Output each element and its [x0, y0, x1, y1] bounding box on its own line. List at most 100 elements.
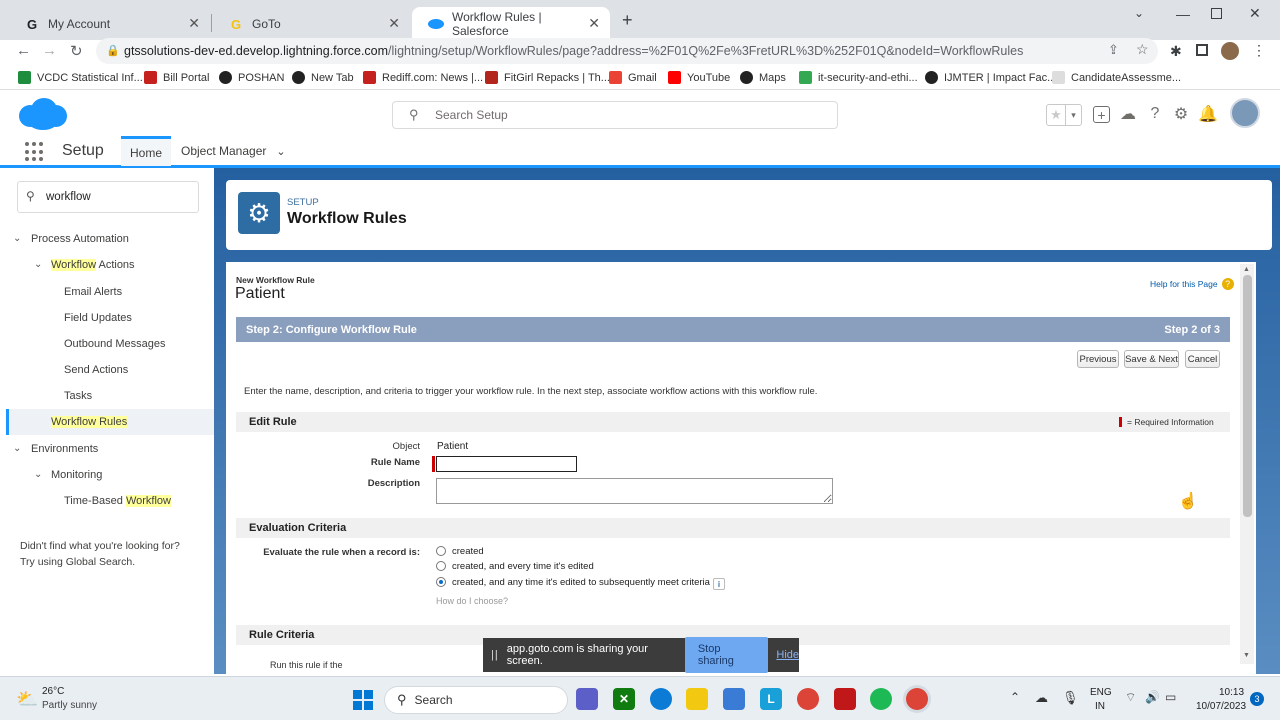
search-setup-input[interactable]: ⚲ Search Setup	[392, 101, 838, 129]
tree-send-actions[interactable]: Send Actions	[64, 364, 128, 376]
chevron-up-icon[interactable]: ⌃	[1010, 690, 1020, 704]
how-choose-link[interactable]: How do I choose?	[436, 596, 508, 606]
favorites-button[interactable]: ★ ▾	[1046, 104, 1082, 126]
info-icon[interactable]: i	[713, 578, 725, 590]
quick-find-input[interactable]: ⚲ workflow	[17, 181, 199, 213]
share-icon[interactable]: ⇪	[1108, 42, 1119, 58]
bookmark-item[interactable]: Bill Portal	[144, 71, 209, 84]
minimize-icon[interactable]: —	[1176, 6, 1190, 22]
tree-email-alerts[interactable]: Email Alerts	[64, 286, 122, 298]
window-close-icon[interactable]: ✕	[1249, 5, 1261, 22]
trailhead-icon[interactable]: ☁	[1118, 104, 1138, 124]
global-actions-icon[interactable]: +	[1093, 106, 1110, 123]
tree-environments[interactable]: Environments	[31, 443, 98, 455]
bookmark-item[interactable]: it-security-and-ethi...	[799, 71, 918, 84]
bookmark-item[interactable]: Maps	[740, 71, 786, 84]
new-tab-icon[interactable]: +	[622, 10, 633, 31]
stop-sharing-button[interactable]: Stop sharing	[684, 637, 769, 673]
profile-avatar[interactable]	[1221, 42, 1239, 60]
tree-outbound-messages[interactable]: Outbound Messages	[64, 338, 166, 350]
tab-workflow-rules[interactable]: Workflow Rules | Salesforce ✕	[412, 7, 610, 40]
help-icon[interactable]: ?	[1145, 104, 1165, 124]
scrollbar-thumb[interactable]	[1243, 275, 1252, 517]
tree-workflow-rules[interactable]: Workflow Rules	[51, 416, 128, 428]
tab-goto[interactable]: G GoTo ✕	[212, 7, 410, 40]
chrome-active-icon[interactable]	[906, 688, 928, 710]
tab-home[interactable]: Home	[121, 136, 171, 166]
kebab-menu-icon[interactable]: ⋮	[1252, 42, 1266, 59]
tree-time-based-workflow[interactable]: Time-Based Workflow	[64, 495, 171, 507]
taskbar-search[interactable]: ⚲ Search	[384, 686, 568, 714]
onedrive-icon[interactable]: ☁	[1035, 690, 1048, 706]
bookmark-item[interactable]: YouTube	[668, 71, 730, 84]
chevron-down-icon[interactable]: ⌄	[34, 259, 42, 270]
user-avatar[interactable]	[1230, 98, 1260, 128]
microphone-icon[interactable]: 🎙	[1062, 690, 1079, 706]
bookmark-item[interactable]: Rediff.com: News |...	[363, 71, 483, 84]
windows-start-icon[interactable]	[353, 690, 373, 710]
reload-icon[interactable]: ↻	[70, 42, 83, 60]
hide-button[interactable]: Hide	[776, 649, 799, 661]
previous-button[interactable]: Previous	[1077, 350, 1119, 368]
weather-icon[interactable]: ⛅	[16, 689, 38, 710]
radio-created[interactable]	[436, 546, 446, 556]
battery-icon[interactable]: ▭	[1165, 690, 1176, 704]
forward-icon[interactable]: →	[42, 42, 57, 59]
app-l-icon[interactable]: L	[760, 688, 782, 710]
salesforce-logo[interactable]	[18, 97, 68, 131]
scroll-down-icon[interactable]: ▼	[1243, 652, 1250, 659]
radio-created-meet-criteria[interactable]	[436, 577, 446, 587]
chrome-icon[interactable]	[797, 688, 819, 710]
app-launcher-icon[interactable]	[25, 142, 45, 162]
tree-tasks[interactable]: Tasks	[64, 390, 92, 402]
bookmark-item[interactable]: VCDC Statistical Inf...	[18, 71, 143, 84]
xbox-icon[interactable]: ✕	[613, 688, 635, 710]
tab-my-account[interactable]: G My Account ✕	[8, 7, 210, 40]
tab-object-manager[interactable]: Object Manager ⌄	[181, 136, 286, 166]
bookmark-item[interactable]: New Tab	[292, 71, 354, 84]
maximize-icon[interactable]	[1211, 8, 1222, 19]
save-next-button[interactable]: Save & Next	[1124, 350, 1179, 368]
teams-icon[interactable]	[576, 688, 598, 710]
file-explorer-icon[interactable]	[686, 688, 708, 710]
bookmark-item[interactable]: POSHAN	[219, 71, 284, 84]
spotify-icon[interactable]	[870, 688, 892, 710]
rule-name-input[interactable]	[436, 456, 577, 472]
chevron-down-icon[interactable]: ⌄	[13, 233, 21, 244]
language-code[interactable]: ENG	[1090, 687, 1112, 698]
cancel-button[interactable]: Cancel	[1185, 350, 1220, 368]
close-icon[interactable]: ✕	[588, 15, 600, 32]
chevron-down-icon[interactable]: ⌄	[34, 469, 42, 480]
bookmark-item[interactable]: IJMTER | Impact Fac...	[925, 71, 1056, 84]
close-icon[interactable]: ✕	[188, 15, 200, 32]
bell-icon[interactable]: 🔔	[1198, 104, 1218, 124]
clock-time[interactable]: 10:13	[1219, 687, 1244, 698]
radio-created-every-edit[interactable]	[436, 561, 446, 571]
help-for-page-link[interactable]: Help for this Page ?	[1150, 278, 1234, 290]
notification-badge[interactable]: 3	[1250, 692, 1264, 706]
tree-workflow-actions[interactable]: Workflow Actions	[51, 259, 135, 271]
url-bar[interactable]: 🔒 gtssolutions-dev-ed.develop.lightning.…	[96, 38, 1158, 64]
mcafee-icon[interactable]	[834, 688, 856, 710]
chevron-down-icon[interactable]: ⌄	[1134, 6, 1144, 20]
drag-handle-icon[interactable]: ||	[491, 649, 499, 661]
bookmark-item[interactable]: Gmail	[609, 71, 657, 84]
wifi-icon[interactable]: ⌔	[1125, 690, 1136, 705]
scroll-up-icon[interactable]: ▲	[1243, 266, 1250, 273]
bookmark-item[interactable]: CandidateAssessme...	[1052, 71, 1181, 84]
bookmark-item[interactable]: FitGirl Repacks | Th...	[485, 71, 610, 84]
description-textarea[interactable]	[436, 478, 833, 504]
gear-icon[interactable]: ⚙	[1171, 104, 1191, 124]
edge-icon[interactable]	[650, 688, 672, 710]
store-icon[interactable]	[723, 688, 745, 710]
star-icon[interactable]: ☆	[1136, 41, 1149, 58]
tree-monitoring[interactable]: Monitoring	[51, 469, 102, 481]
extensions-icon[interactable]: ✱	[1170, 43, 1182, 60]
volume-icon[interactable]: 🔊	[1145, 690, 1160, 704]
back-icon[interactable]: ←	[16, 42, 31, 59]
tree-field-updates[interactable]: Field Updates	[64, 312, 132, 324]
chevron-down-icon[interactable]: ⌄	[13, 443, 21, 454]
close-icon[interactable]: ✕	[388, 15, 400, 32]
tree-process-automation[interactable]: Process Automation	[31, 233, 129, 245]
sidepanel-icon[interactable]	[1196, 44, 1208, 56]
